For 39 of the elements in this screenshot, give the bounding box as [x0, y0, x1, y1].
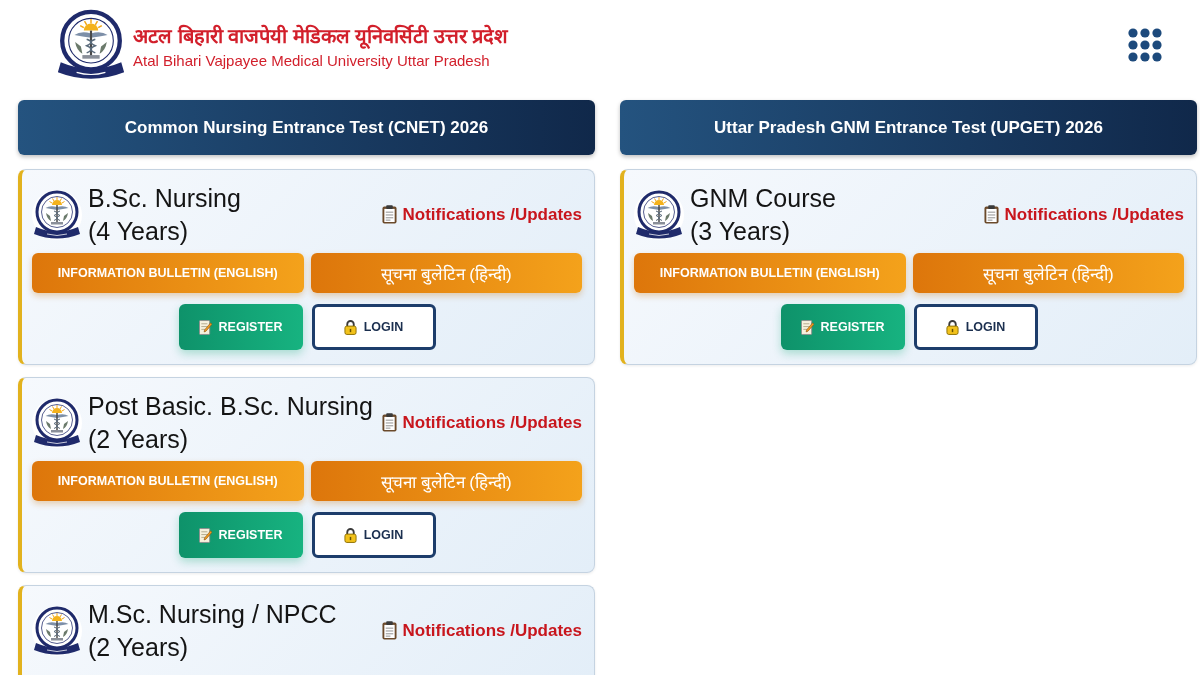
register-button[interactable]: REGISTER [178, 304, 303, 350]
app-grid-menu-icon[interactable] [1128, 28, 1162, 62]
bulletin-english-button[interactable]: INFORMATION BULLETIN (ENGLISH) [634, 253, 906, 293]
university-emblem-icon [634, 187, 684, 242]
register-button[interactable]: REGISTER [780, 304, 905, 350]
bulletin-hindi-button[interactable]: सूचना बुलेटिन (हिन्दी) [310, 253, 582, 293]
login-button[interactable]: LOGIN [311, 512, 436, 558]
notifications-link[interactable]: Notifications /Updates [381, 412, 582, 433]
notepad-pencil-icon [198, 319, 212, 335]
clipboard-icon [381, 413, 397, 432]
notifications-link[interactable]: Notifications /Updates [381, 620, 582, 641]
clipboard-icon [381, 621, 397, 640]
lock-icon [343, 319, 357, 335]
clipboard-icon [983, 205, 999, 224]
course-title: GNM Course (3 Years) [690, 183, 836, 247]
bulletin-hindi-button[interactable]: सूचना बुलेटिन (हिन्दी) [912, 253, 1184, 293]
university-emblem-icon [32, 603, 82, 658]
course-title: M.Sc. Nursing / NPCC (2 Years) [88, 599, 337, 663]
university-emblem-icon [32, 395, 82, 450]
login-button[interactable]: LOGIN [913, 304, 1038, 350]
login-button[interactable]: LOGIN [311, 304, 436, 350]
exam-heading-bar: Common Nursing Entrance Test (CNET) 2026 [18, 100, 595, 155]
notepad-pencil-icon [800, 319, 814, 335]
notifications-link[interactable]: Notifications /Updates [983, 204, 1184, 225]
university-emblem-icon [32, 187, 82, 242]
clipboard-icon [381, 205, 397, 224]
bulletin-english-button[interactable]: INFORMATION BULLETIN (ENGLISH) [32, 461, 304, 501]
bulletin-english-button[interactable]: INFORMATION BULLETIN (ENGLISH) [32, 253, 304, 293]
lock-icon [343, 527, 357, 543]
notepad-pencil-icon [198, 527, 212, 543]
university-name-english: Atal Bihari Vajpayee Medical University Uttar Pradesh [133, 51, 491, 69]
exam-heading-bar: Uttar Pradesh GNM Entrance Test (UPGET) 2026 [620, 100, 1197, 155]
lock-icon [945, 319, 959, 335]
notifications-link[interactable]: Notifications /Updates [381, 204, 582, 225]
course-title: B.Sc. Nursing (4 Years) [88, 183, 241, 247]
register-button[interactable]: REGISTER [178, 512, 303, 558]
university-name-hindi: अटल बिहारी वाजपेयी मेडिकल यूनिवर्सिटी उत्तर प्रदेश [133, 23, 509, 49]
bulletin-hindi-button[interactable]: सूचना बुलेटिन (हिन्दी) [310, 461, 582, 501]
course-title: Post Basic. B.Sc. Nursing (2 Years) [88, 391, 373, 455]
